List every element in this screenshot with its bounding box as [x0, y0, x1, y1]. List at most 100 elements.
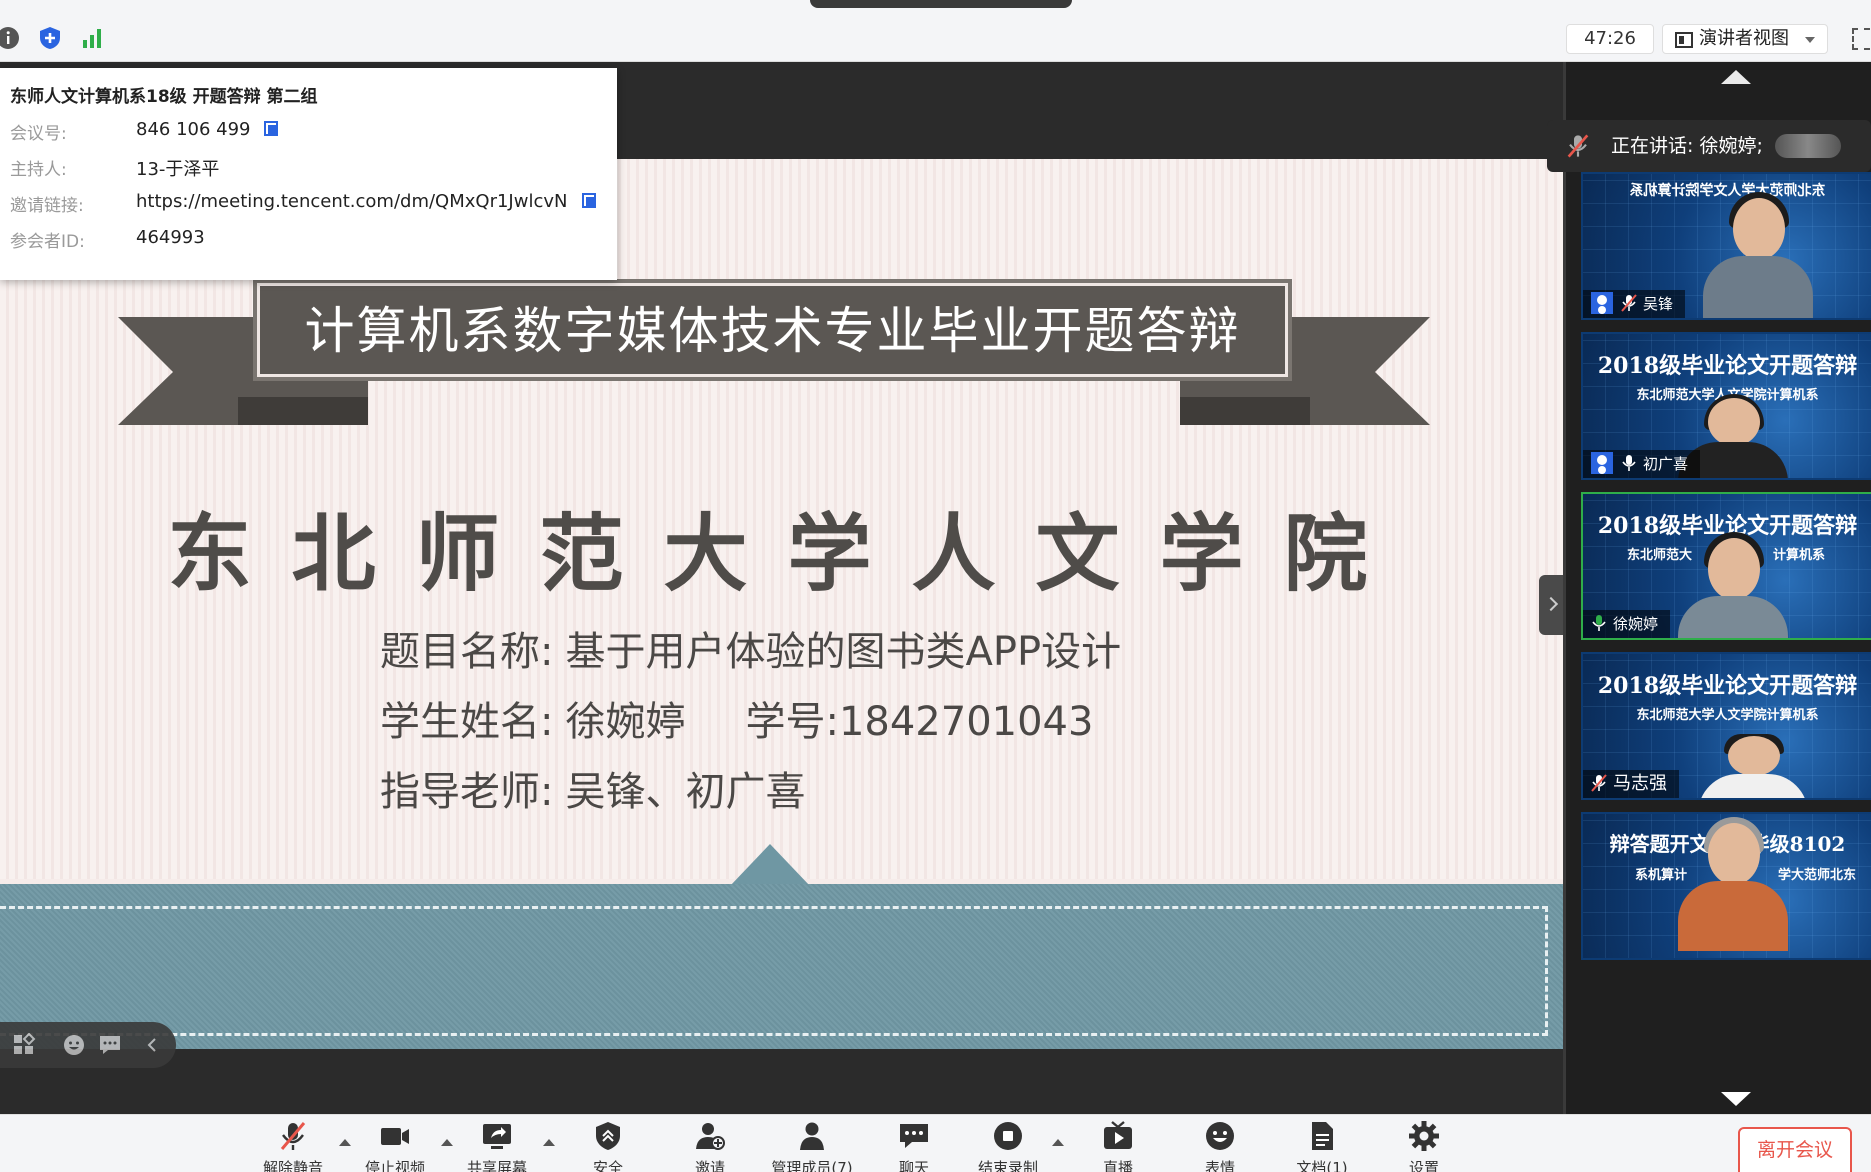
- chevron-left-icon[interactable]: [140, 1033, 164, 1057]
- mic-icon: [1622, 455, 1636, 471]
- live-label: 直播: [1102, 1159, 1133, 1172]
- participant-name: 徐婉婷: [1613, 615, 1659, 633]
- view-mode-label: 演讲者视图: [1699, 28, 1789, 49]
- invite-user-icon: [696, 1123, 725, 1150]
- tile-bg-text: 东北师范大学人文学院计算机系: [1629, 183, 1826, 199]
- invite-label: 邀请: [694, 1159, 725, 1172]
- chat-label: 聊天: [898, 1159, 929, 1172]
- tile-bg-title: 2018级毕业论文开题答辩: [1597, 673, 1858, 699]
- live-button[interactable]: 直播: [1073, 1119, 1163, 1172]
- shared-slide: 计算机系数字媒体技术专业毕业开题答辩 东北师范大学人文学院 题目名称: 基于用户体…: [0, 159, 1563, 1049]
- view-mode-dropdown[interactable]: 演讲者视图: [1662, 24, 1828, 54]
- security-label: 安全: [592, 1159, 623, 1172]
- video-tile-active-speaker[interactable]: 2018级毕业论文开题答辩 东北师范大 计算机系 徐婉婷: [1581, 492, 1871, 640]
- info-icon[interactable]: [0, 26, 20, 50]
- host-icon: [1591, 452, 1613, 474]
- audio-level-indicator: [1775, 134, 1841, 158]
- mic-muted-icon: [280, 1122, 306, 1150]
- leave-meeting-button[interactable]: 离开会议: [1738, 1127, 1852, 1172]
- security-shield-icon[interactable]: [38, 26, 62, 50]
- student-id: 学号:1842701043: [745, 699, 1094, 745]
- video-tile[interactable]: 东北师范大学人文学院计算机系 吴锋: [1581, 172, 1871, 320]
- unmute-label: 解除静音: [262, 1159, 323, 1172]
- stop-video-button[interactable]: 停止视频: [350, 1119, 440, 1172]
- mic-speaking-icon: [1592, 615, 1606, 631]
- video-panel: 东北师范大学人文学院计算机系 吴锋 2018级毕业论文开题答辩 东北师范大学人文…: [1563, 62, 1871, 1114]
- advisor-names: 吴锋、初广喜: [565, 769, 806, 815]
- unmute-button[interactable]: 解除静音: [248, 1119, 338, 1172]
- student-label: 学生姓名:: [380, 699, 554, 745]
- video-tile[interactable]: 辩答题开文论业毕级8102 系机算计 学大范师北东: [1581, 812, 1871, 960]
- participant-name: 初广喜: [1643, 455, 1689, 473]
- live-icon: [1104, 1121, 1132, 1149]
- participant-id-label: 参会者ID:: [10, 232, 85, 252]
- record-options-caret[interactable]: [1052, 1139, 1064, 1146]
- comment-icon[interactable]: [98, 1033, 122, 1057]
- signal-icon[interactable]: [80, 26, 104, 50]
- manage-members-label: 管理成员(7): [771, 1159, 853, 1172]
- participant-video: [1678, 532, 1788, 638]
- mic-muted-icon: [1621, 294, 1637, 312]
- bottom-toolbar: 解除静音 停止视频 共享屏幕 安全 邀请 管理成员(7) 聊天 结束录制 直播 …: [0, 1114, 1871, 1172]
- participant-id-value: 464993: [136, 227, 205, 248]
- host-row: 主持人: 13-于泽平: [10, 155, 607, 191]
- share-options-caret[interactable]: [543, 1139, 555, 1146]
- speaking-indicator: 正在讲话: 徐婉婷;: [1547, 120, 1871, 172]
- share-screen-label: 共享屏幕: [466, 1159, 527, 1172]
- settings-button[interactable]: 设置: [1379, 1119, 1469, 1172]
- emoji-icon[interactable]: [62, 1033, 86, 1057]
- slide-teal-band: [0, 884, 1563, 1049]
- speaking-text: 正在讲话: 徐婉婷;: [1611, 135, 1763, 157]
- reactions-label: 表情: [1204, 1159, 1235, 1172]
- security-button[interactable]: 安全: [563, 1119, 653, 1172]
- members-icon: [800, 1122, 824, 1150]
- stop-recording-label: 结束录制: [977, 1159, 1038, 1172]
- layout-icon[interactable]: [12, 1033, 36, 1057]
- tile-bg-subtitle: 东北师范大学人文学院计算机系: [1636, 708, 1819, 723]
- emoji-icon: [1206, 1122, 1234, 1150]
- fullscreen-icon[interactable]: [1852, 28, 1870, 50]
- scroll-down-icon[interactable]: [1721, 1092, 1751, 1106]
- invite-link-row: 邀请链接: https://meeting.tencent.com/dm/QMx…: [10, 191, 607, 227]
- stop-recording-button[interactable]: 结束录制: [963, 1119, 1053, 1172]
- participant-video: [1703, 192, 1813, 318]
- scroll-up-icon[interactable]: [1721, 70, 1751, 84]
- participant-name-tag: 徐婉婷: [1583, 610, 1671, 638]
- advisor-line: 指导老师: 吴锋、初广喜: [380, 759, 805, 817]
- participant-name-tag: 吴锋: [1583, 290, 1686, 318]
- gear-icon: [1409, 1121, 1439, 1151]
- invite-link-label: 邀请链接:: [10, 196, 84, 216]
- topic-value: 基于用户体验的图书类APP设计: [565, 629, 1122, 675]
- participant-id-row: 参会者ID: 464993: [10, 227, 607, 263]
- dashed-border: [0, 906, 1548, 1036]
- video-tile[interactable]: 2018级毕业论文开题答辩 东北师范大学人文学院计算机系 马志强: [1581, 652, 1871, 800]
- meeting-timer: 47:26: [1566, 24, 1654, 54]
- student-name: 徐婉婷: [565, 699, 686, 745]
- collapse-panel-button[interactable]: [1539, 575, 1563, 635]
- invite-link-value[interactable]: https://meeting.tencent.com/dm/QMxQr1Jwl…: [136, 191, 567, 212]
- meeting-id-value: 846 106 499: [136, 119, 251, 140]
- share-screen-button[interactable]: 共享屏幕: [452, 1119, 542, 1172]
- participant-name-tag: 初广喜: [1583, 450, 1701, 478]
- ribbon-banner: 计算机系数字媒体技术专业毕业开题答辩: [253, 279, 1292, 381]
- manage-members-button[interactable]: 管理成员(7): [767, 1119, 857, 1172]
- record-stop-icon: [994, 1122, 1022, 1150]
- speaker-view-icon: [1675, 32, 1693, 48]
- band-peak: [730, 844, 810, 886]
- share-screen-icon: [483, 1124, 511, 1149]
- participant-video: [1678, 817, 1788, 958]
- chat-button[interactable]: 聊天: [869, 1119, 959, 1172]
- documents-label: 文档(1): [1296, 1159, 1348, 1172]
- invite-button[interactable]: 邀请: [665, 1119, 755, 1172]
- video-tile[interactable]: 2018级毕业论文开题答辩 东北师范大学人文学院计算机系 初广喜: [1581, 332, 1871, 480]
- school-name: 东北师范大学人文学院: [167, 505, 1408, 603]
- documents-button[interactable]: 文档(1): [1277, 1119, 1367, 1172]
- reactions-button[interactable]: 表情: [1175, 1119, 1265, 1172]
- top-bar: 47:26 演讲者视图: [0, 0, 1871, 62]
- copy-link-icon[interactable]: [582, 193, 597, 209]
- mic-muted-icon: [1567, 134, 1589, 158]
- copy-meeting-id-icon[interactable]: [264, 121, 279, 137]
- participant-name-tag: 马志强: [1583, 770, 1679, 798]
- tile-bg-title: 2018级毕业论文开题答辩: [1597, 353, 1858, 379]
- drag-handle[interactable]: [810, 0, 1072, 8]
